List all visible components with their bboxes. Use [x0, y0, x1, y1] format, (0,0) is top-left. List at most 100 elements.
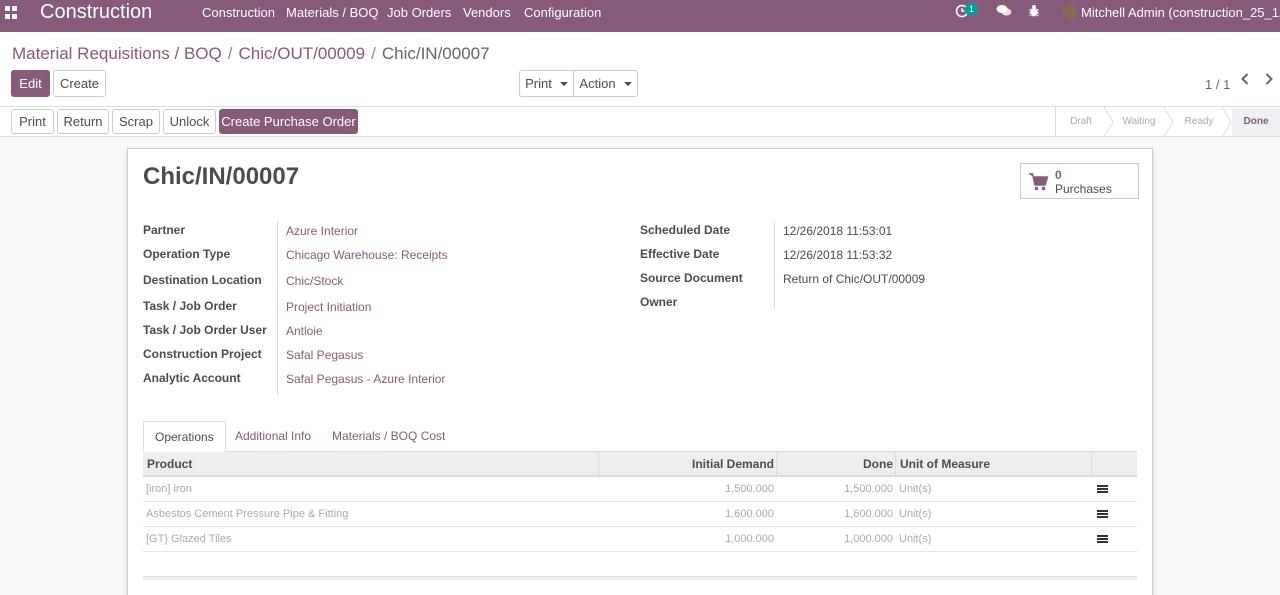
menu-job-orders[interactable]: Job Orders	[387, 5, 451, 20]
detailed-operations-icon[interactable]	[1097, 535, 1108, 545]
stage-arrow	[1222, 107, 1232, 137]
row-done: 1,500.000	[844, 483, 893, 495]
operation-type-label: Operation Type	[143, 247, 231, 261]
menu-vendors[interactable]: Vendors	[463, 5, 511, 20]
column-divider	[1091, 452, 1092, 477]
destination-location-label: Destination Location	[143, 273, 262, 287]
table-row[interactable]: [GT} Glazed Tiles 1,000.000 1,000.000 Un…	[143, 527, 1137, 552]
tab-materials-boq-cost[interactable]: Materials / BOQ Cost	[321, 421, 456, 452]
caret-down-icon	[559, 81, 568, 86]
scrap-button[interactable]: Scrap	[112, 109, 160, 134]
construction-project-label: Construction Project	[143, 347, 262, 361]
construction-project-value[interactable]: Safal Pegasus	[286, 348, 363, 362]
scheduled-date-label: Scheduled Date	[640, 223, 731, 237]
breadcrumb-separator: /	[227, 44, 233, 63]
apps-menu-icon[interactable]	[5, 6, 19, 20]
scheduled-date-value: 12/26/2018 11:53:01	[783, 224, 893, 238]
column-initial-demand[interactable]: Initial Demand	[692, 457, 774, 471]
partner-label: Partner	[143, 223, 186, 237]
print-button[interactable]: Print	[11, 109, 54, 134]
row-product: [iron] iron	[146, 483, 192, 495]
effective-date-value: 12/26/2018 11:53:32	[783, 248, 893, 262]
task-job-order-value[interactable]: Project Initiation	[286, 300, 371, 314]
stage-draft: Draft	[1070, 116, 1092, 127]
column-done[interactable]: Done	[863, 457, 893, 471]
print-dropdown[interactable]: Print	[519, 70, 574, 97]
stage-arrow	[1104, 107, 1114, 137]
action-dropdown[interactable]: Action	[573, 70, 638, 97]
pager-next-icon[interactable]	[1264, 72, 1274, 91]
partner-value[interactable]: Azure Interior	[286, 224, 358, 238]
row-initial-demand: 1,600.000	[725, 508, 774, 520]
pager-value: 1 / 1	[1205, 77, 1231, 92]
table-row[interactable]: [iron] iron 1,500.000 1,500.000 Unit(s)	[143, 477, 1137, 502]
stage-ready: Ready	[1184, 116, 1214, 127]
purchases-count: 0	[1055, 168, 1062, 182]
source-document-label: Source Document	[640, 271, 743, 285]
tab-operations[interactable]: Operations	[143, 421, 226, 452]
task-job-order-label: Task / Job Order	[143, 299, 237, 313]
breadcrumb: Material Requisitions / BOQ / Chic/OUT/000…	[12, 44, 490, 64]
menu-configuration[interactable]: Configuration	[524, 5, 601, 20]
field-divider	[277, 221, 278, 395]
purchases-smart-button[interactable]: 0 Purchases	[1020, 163, 1139, 199]
row-done: 1,600.000	[844, 508, 893, 520]
column-unit-of-measure[interactable]: Unit of Measure	[900, 457, 990, 471]
table-row[interactable]: Asbestos Cement Pressure Pipe & Fitting …	[143, 502, 1137, 527]
task-job-order-user-value[interactable]: Antloie	[286, 324, 323, 338]
owner-label: Owner	[640, 295, 678, 309]
analytic-account-label: Analytic Account	[143, 371, 241, 385]
messaging-icon[interactable]	[996, 4, 1012, 21]
print-dropdown-label: Print	[525, 76, 552, 91]
breadcrumb-out-record[interactable]: Chic/OUT/00009	[238, 44, 365, 63]
detailed-operations-icon[interactable]	[1097, 510, 1108, 520]
debug-bug-icon[interactable]	[1028, 4, 1040, 21]
edit-button[interactable]: Edit	[11, 70, 50, 97]
field-divider	[774, 221, 775, 309]
menu-construction[interactable]: Construction	[202, 5, 275, 20]
column-divider	[776, 452, 777, 477]
analytic-account-value[interactable]: Safal Pegasus - Azure Interior	[286, 372, 445, 386]
detailed-operations-icon[interactable]	[1097, 485, 1108, 495]
menu-materials-boq[interactable]: Materials / BOQ	[286, 5, 378, 20]
top-navbar: Construction Construction Materials / BO…	[0, 0, 1280, 32]
breadcrumb-separator: /	[371, 44, 376, 63]
operations-table-footer	[143, 576, 1137, 580]
stage-done: Done	[1232, 108, 1280, 136]
unlock-button[interactable]: Unlock	[163, 109, 216, 134]
row-unit-of-measure: Unit(s)	[899, 483, 932, 495]
stage-waiting: Waiting	[1122, 116, 1156, 127]
activity-badge: 1	[965, 3, 978, 16]
user-avatar[interactable]	[1063, 5, 1077, 19]
row-product: [GT} Glazed Tiles	[146, 533, 232, 545]
row-initial-demand: 1,000.000	[725, 533, 774, 545]
row-initial-demand: 1,500.000	[725, 483, 774, 495]
row-unit-of-measure: Unit(s)	[899, 533, 932, 545]
control-panel: Material Requisitions / BOQ / Chic/OUT/000…	[0, 32, 1280, 107]
destination-location-value[interactable]: Chic/Stock	[286, 274, 343, 288]
task-job-order-user-label: Task / Job Order User	[143, 323, 267, 337]
record-title: Chic/IN/00007	[143, 163, 300, 190]
column-product[interactable]: Product	[147, 457, 192, 471]
shopping-cart-icon	[1029, 173, 1049, 191]
user-menu[interactable]: Mitchell Admin (construction_25_12)	[1081, 5, 1280, 20]
status-bar: Print Return Scrap Unlock Create Purchas…	[0, 107, 1280, 137]
row-unit-of-measure: Unit(s)	[899, 508, 932, 520]
column-divider	[895, 452, 896, 477]
effective-date-label: Effective Date	[640, 247, 720, 261]
stage-arrow	[1164, 107, 1174, 137]
purchases-label: Purchases	[1055, 182, 1112, 196]
return-button[interactable]: Return	[57, 109, 109, 134]
operation-type-value[interactable]: Chicago Warehouse: Receipts	[286, 248, 448, 262]
row-product: Asbestos Cement Pressure Pipe & Fitting	[146, 508, 349, 520]
action-dropdown-label: Action	[579, 76, 616, 91]
breadcrumb-requisitions[interactable]: Material Requisitions / BOQ	[12, 44, 222, 63]
caret-down-icon	[623, 81, 632, 86]
create-purchase-order-button[interactable]: Create Purchase Order	[219, 109, 358, 134]
tab-additional-info[interactable]: Additional Info	[224, 421, 322, 452]
create-button[interactable]: Create	[53, 70, 106, 97]
row-done: 1,000.000	[844, 533, 893, 545]
column-divider	[598, 452, 599, 477]
pager-previous-icon[interactable]	[1240, 72, 1250, 91]
app-brand: Construction	[40, 1, 153, 23]
